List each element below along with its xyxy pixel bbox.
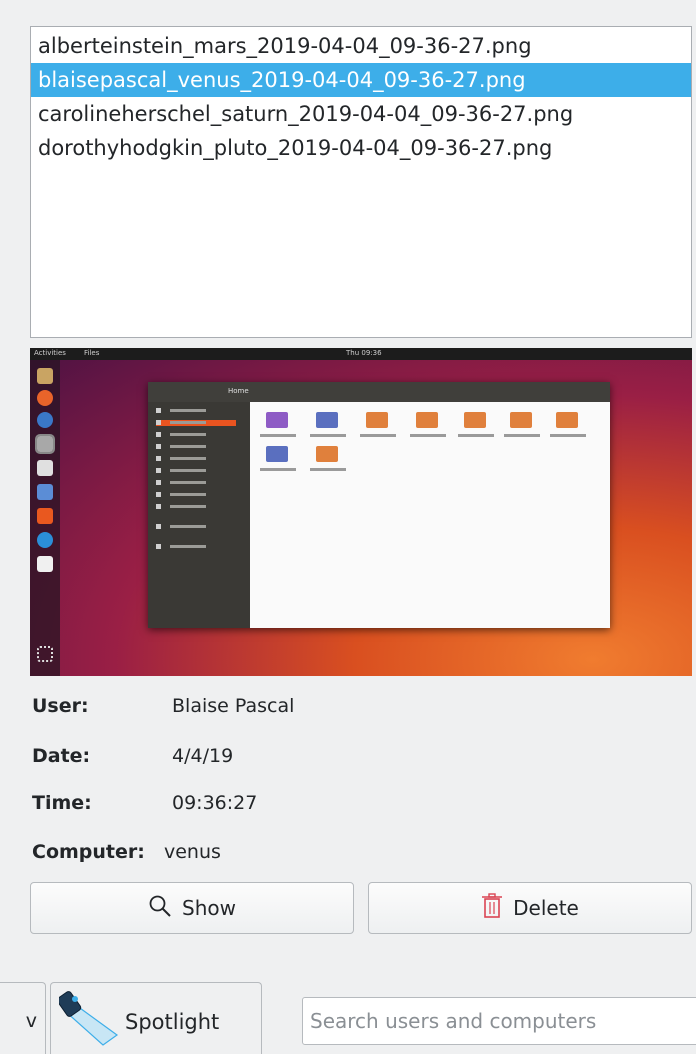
preview-sidebar-row <box>156 432 236 438</box>
preview-folder-icon <box>556 412 578 428</box>
trash-icon <box>481 892 503 924</box>
preview-folder-label <box>458 434 494 437</box>
preview-folder-icon <box>510 412 532 428</box>
spotlight-icon <box>56 989 121 1051</box>
preview-activities-label: Activities <box>34 349 66 357</box>
preview-folder-icon <box>366 412 388 428</box>
preview-sidebar-row <box>156 492 236 498</box>
dock-help-icon <box>37 532 53 548</box>
partial-tab[interactable]: v <box>0 982 46 1054</box>
dock-firefox-icon <box>37 390 53 406</box>
preview-window-sidebar <box>148 402 250 628</box>
show-button-label: Show <box>182 896 236 920</box>
preview-window-header: Home <box>148 382 610 402</box>
preview-folder-label <box>410 434 446 437</box>
preview-folder-icon <box>316 412 338 428</box>
preview-folder-icon <box>464 412 486 428</box>
preview-app-menu: Files <box>84 349 100 357</box>
preview-sidebar-row <box>156 480 236 486</box>
time-label: Time: <box>32 792 92 814</box>
show-button[interactable]: Show <box>30 882 354 934</box>
user-value: Blaise Pascal <box>172 695 295 717</box>
computer-value: venus <box>164 841 221 863</box>
dock-writer-icon <box>37 484 53 500</box>
preview-folder-icon <box>416 412 438 428</box>
search-users-computers-input[interactable] <box>302 997 696 1045</box>
preview-sidebar-row <box>156 456 236 462</box>
preview-sidebar-row-active <box>156 420 236 426</box>
preview-folder-label <box>504 434 540 437</box>
dock-rhythmbox-icon <box>37 460 53 476</box>
preview-folder-label <box>550 434 586 437</box>
preview-folder-label <box>310 468 346 471</box>
partial-tab-label: v <box>25 1010 37 1032</box>
delete-button[interactable]: Delete <box>368 882 692 934</box>
preview-top-bar: Activities Files Thu 09:36 <box>30 348 692 360</box>
preview-files-window: Home <box>148 382 610 628</box>
preview-folder-icon <box>266 412 288 428</box>
preview-sidebar-row <box>156 468 236 474</box>
spotlight-tab[interactable]: Spotlight <box>50 982 262 1054</box>
computer-label: Computer: <box>32 841 145 863</box>
preview-sidebar-row <box>156 444 236 450</box>
file-list-item[interactable]: carolineherschel_saturn_2019-04-04_09-36… <box>31 97 691 131</box>
preview-folder-label <box>360 434 396 437</box>
preview-folder-label <box>310 434 346 437</box>
delete-button-label: Delete <box>513 896 579 920</box>
user-label: User: <box>32 695 89 717</box>
preview-folder-label <box>260 434 296 437</box>
date-label: Date: <box>32 745 91 767</box>
preview-window-title: Home <box>228 387 249 395</box>
search-icon <box>148 894 172 923</box>
time-value: 09:36:27 <box>172 792 258 814</box>
file-list-item-selected[interactable]: blaisepascal_venus_2019-04-04_09-36-27.p… <box>31 63 691 97</box>
dock-files-icon <box>35 434 55 454</box>
screenshot-file-list[interactable]: alberteinstein_mars_2019-04-04_09-36-27.… <box>30 26 692 338</box>
preview-sidebar-row <box>156 524 236 530</box>
preview-folder-label <box>260 468 296 471</box>
screenshot-preview: Activities Files Thu 09:36 Home <box>30 348 692 676</box>
preview-clock: Thu 09:36 <box>346 349 382 357</box>
dock-apps-grid-icon <box>37 646 53 662</box>
file-list-item[interactable]: alberteinstein_mars_2019-04-04_09-36-27.… <box>31 29 691 63</box>
dock-thunderbird-icon <box>37 412 53 428</box>
preview-dock <box>30 360 60 676</box>
preview-sidebar-row <box>156 504 236 510</box>
preview-folder-icon <box>266 446 288 462</box>
dock-amazon-icon <box>37 556 53 572</box>
date-value: 4/4/19 <box>172 745 234 767</box>
dock-trash-icon <box>37 368 53 384</box>
file-list-item[interactable]: dorothyhodgkin_pluto_2019-04-04_09-36-27… <box>31 131 691 165</box>
dock-software-icon <box>37 508 53 524</box>
preview-folder-icon <box>316 446 338 462</box>
spotlight-label: Spotlight <box>125 1010 220 1034</box>
preview-sidebar-row <box>156 408 236 414</box>
preview-sidebar-row <box>156 544 236 550</box>
